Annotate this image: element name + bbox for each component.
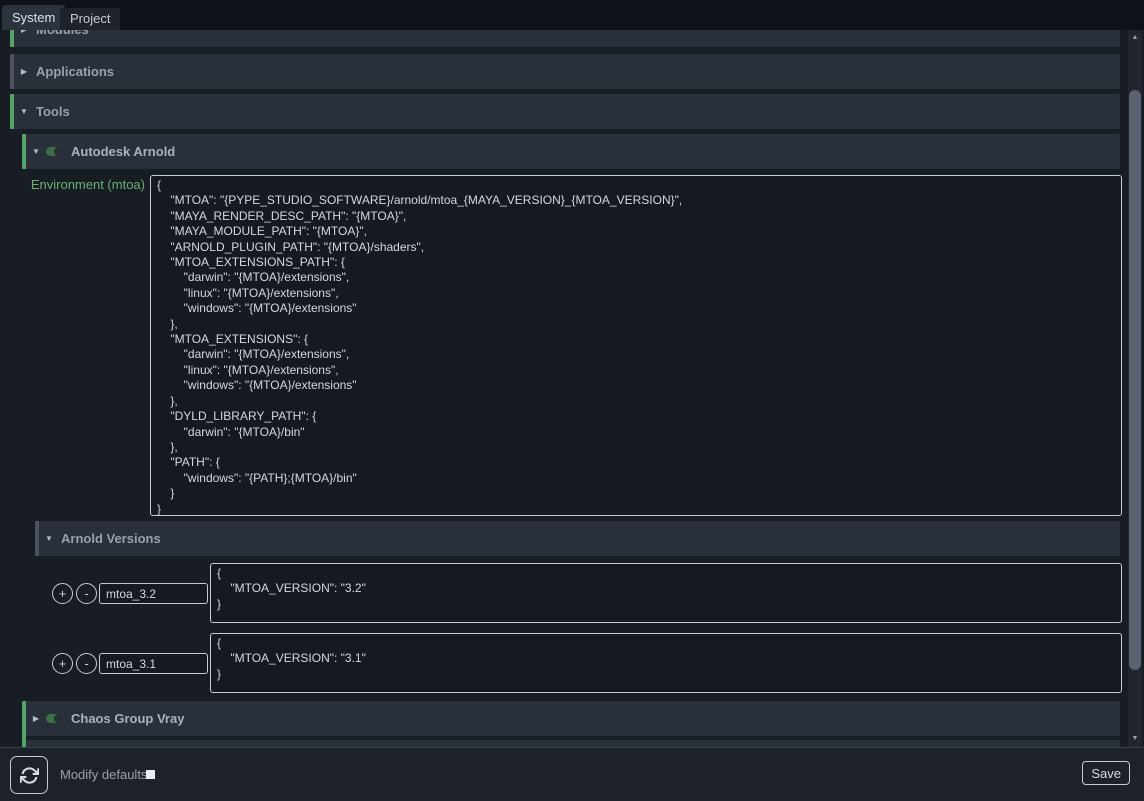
- tab-project[interactable]: Project: [60, 8, 120, 30]
- section-title: Chaos Group Vray: [71, 711, 184, 726]
- save-button[interactable]: Save: [1082, 761, 1130, 785]
- modify-defaults-checkbox[interactable]: [146, 770, 155, 779]
- footer-bar: Modify defaults Save: [0, 747, 1144, 801]
- vray-enabled-toggle[interactable]: [46, 714, 63, 723]
- scroll-down-arrow-icon[interactable]: ▼: [1128, 732, 1142, 746]
- environment-mtoa-json-editor[interactable]: { "MTOA": "{PYPE_STUDIO_SOFTWARE}/arnold…: [150, 175, 1122, 516]
- chevron-down-icon: ▼: [18, 107, 30, 116]
- chevron-down-icon: ▼: [43, 534, 55, 543]
- settings-scroll-area: ▶ Modules ▶ Applications ▼ Tools ▼ Autod…: [0, 30, 1128, 747]
- toggle-knob-icon: [54, 714, 63, 723]
- section-title: Modules: [36, 30, 89, 37]
- section-title: Tools: [36, 104, 70, 119]
- refresh-button[interactable]: [10, 756, 48, 794]
- remove-version-button[interactable]: -: [76, 653, 97, 674]
- section-header-autodesk-arnold[interactable]: ▼ Autodesk Arnold: [22, 134, 1120, 169]
- scroll-up-arrow-icon[interactable]: ▲: [1128, 31, 1142, 45]
- modify-defaults-label: Modify defaults: [60, 767, 147, 782]
- section-header-chaos-group-vray[interactable]: ▶ Chaos Group Vray: [22, 701, 1120, 736]
- environment-mtoa-label: Environment (mtoa): [10, 177, 145, 192]
- version-json-editor[interactable]: { "MTOA_VERSION": "3.1" }: [210, 633, 1122, 693]
- section-header-arnold-versions[interactable]: ▼ Arnold Versions: [35, 521, 1120, 556]
- remove-version-button[interactable]: -: [76, 583, 97, 604]
- section-header-tools[interactable]: ▼ Tools: [10, 94, 1120, 129]
- version-name-input[interactable]: [99, 583, 208, 604]
- tab-system[interactable]: System: [2, 5, 65, 30]
- chevron-right-icon: ▶: [30, 714, 42, 723]
- next-section-header-partial: [26, 740, 1120, 747]
- section-header-applications[interactable]: ▶ Applications: [10, 54, 1120, 89]
- toggle-knob-icon: [54, 147, 63, 156]
- add-version-button[interactable]: +: [52, 583, 73, 604]
- vertical-scrollbar[interactable]: ▲ ▼: [1128, 30, 1142, 747]
- refresh-icon: [20, 766, 39, 785]
- arnold-enabled-toggle[interactable]: [46, 147, 63, 156]
- section-header-modules[interactable]: ▶ Modules: [10, 30, 1120, 47]
- scrollbar-thumb[interactable]: [1129, 90, 1141, 670]
- version-json-editor[interactable]: { "MTOA_VERSION": "3.2" }: [210, 563, 1122, 623]
- version-name-input[interactable]: [99, 653, 208, 674]
- section-title: Applications: [36, 64, 114, 79]
- chevron-right-icon: ▶: [18, 67, 30, 76]
- section-title: Autodesk Arnold: [71, 144, 175, 159]
- section-title: Arnold Versions: [61, 531, 161, 546]
- tab-bar: System Project: [0, 0, 1144, 30]
- chevron-down-icon: ▼: [30, 147, 42, 156]
- add-version-button[interactable]: +: [52, 653, 73, 674]
- chevron-right-icon: ▶: [18, 30, 30, 34]
